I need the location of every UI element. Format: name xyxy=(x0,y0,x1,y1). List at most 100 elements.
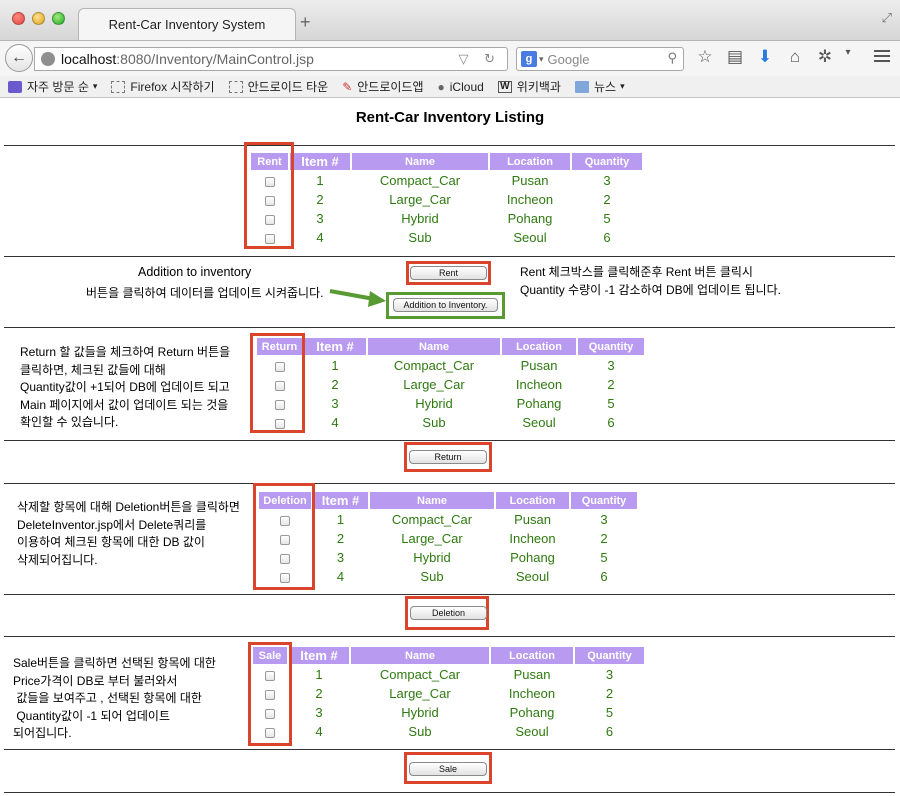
back-arrow-icon: ← xyxy=(11,49,27,66)
location-column-header: Location xyxy=(491,647,573,664)
browser-tab[interactable]: Rent-Car Inventory System xyxy=(78,8,296,40)
table-header-row: Return Item # Name Location Quantity xyxy=(257,338,644,355)
location-cell: Pusan xyxy=(514,512,551,527)
table-row: 2 Large_Car Incheon 2 xyxy=(257,376,644,393)
table-row: 3 Hybrid Pohang 5 xyxy=(251,210,642,227)
table-header-row: Rent Item # Name Location Quantity xyxy=(251,153,642,170)
addition-to-inventory-button[interactable]: Addition to Inventory. xyxy=(393,298,498,312)
item-cell: 2 xyxy=(331,377,339,392)
extension-dropdown-icon[interactable]: ▾ xyxy=(840,47,856,67)
pin-icon: ✎ xyxy=(342,79,353,94)
location-cell: Seoul xyxy=(522,415,556,430)
url-bar[interactable]: localhost:8080/Inventory/MainControl.jsp… xyxy=(34,47,508,71)
quantity-cell: 3 xyxy=(607,358,615,373)
location-cell: Incheon xyxy=(509,531,556,546)
search-box[interactable]: g ▾ Google ⚲ xyxy=(516,47,684,71)
apple-icon: ● xyxy=(437,79,445,94)
divider xyxy=(4,440,895,441)
table-row: 3 Hybrid Pohang 5 xyxy=(253,704,644,721)
location-cell: Seoul xyxy=(515,569,550,584)
table-row: 2 Large_Car Incheon 2 xyxy=(253,685,644,702)
quantity-cell: 5 xyxy=(603,211,611,226)
name-cell: Large_Car xyxy=(389,192,451,207)
location-cell: Seoul xyxy=(515,724,549,739)
location-cell: Seoul xyxy=(513,230,547,245)
item-cell: 4 xyxy=(331,415,339,430)
quantity-cell: 2 xyxy=(603,192,611,207)
rent-button[interactable]: Rent xyxy=(410,266,487,280)
close-window-button[interactable] xyxy=(12,12,25,25)
rent-column-highlight xyxy=(244,142,294,249)
location-cell: Pusan xyxy=(513,667,551,682)
bookmark-firefox-start[interactable]: Firefox 시작하기 xyxy=(111,78,215,95)
location-cell: Pohang xyxy=(516,396,562,411)
reading-list-icon[interactable]: ▤ xyxy=(720,47,750,67)
sale-button[interactable]: Sale xyxy=(409,762,487,776)
table-header-row: Sale Item # Name Location Quantity xyxy=(253,647,644,664)
search-icon[interactable]: ⚲ xyxy=(667,50,677,66)
deletion-button[interactable]: Deletion xyxy=(410,606,487,620)
bookmark-star-icon[interactable]: ☆ xyxy=(690,47,720,67)
name-cell: Large_Car xyxy=(401,531,463,546)
name-cell: Compact_Car xyxy=(393,358,475,373)
location-cell: Incheon xyxy=(508,686,556,701)
item-column-header: Item # xyxy=(304,338,366,355)
name-cell: Large_Car xyxy=(403,377,465,392)
bookmark-wikipedia[interactable]: W 위키백과 xyxy=(497,78,561,95)
extension-icon[interactable]: ✲ xyxy=(810,47,840,67)
location-cell: Incheon xyxy=(506,192,554,207)
search-placeholder: Google xyxy=(547,51,590,67)
quantity-cell: 5 xyxy=(605,705,614,720)
name-cell: Hybrid xyxy=(413,550,451,565)
wikipedia-icon: W xyxy=(497,80,512,93)
home-icon[interactable]: ⌂ xyxy=(780,47,810,67)
location-cell: Pohang xyxy=(507,211,553,226)
table-row: 4 Sub Seoul 6 xyxy=(253,723,644,740)
item-cell: 1 xyxy=(336,512,345,527)
sale-instruction-note: Sale버튼을 클릭하면 선택된 항목에 대한 Price가격이 DB로 부터 … xyxy=(13,656,216,740)
item-cell: 4 xyxy=(316,230,324,245)
return-inventory-table: Return Item # Name Location Quantity 1 Co… xyxy=(255,336,646,433)
downloads-icon[interactable]: ⬇ xyxy=(750,47,780,67)
name-cell: Compact_Car xyxy=(391,512,473,527)
menu-button[interactable] xyxy=(874,50,890,65)
location-column-header: Location xyxy=(490,153,570,170)
name-cell: Sub xyxy=(420,569,444,584)
bookmarks-bar: 자주 방문 순 ▾ Firefox 시작하기 안드로이드 타운 ✎ 안드로이드앱 ●… xyxy=(0,76,900,98)
name-column-header: Name xyxy=(370,492,494,509)
window-titlebar: Rent-Car Inventory System + ⤢ xyxy=(0,0,900,40)
name-cell: Compact_Car xyxy=(379,173,461,188)
divider xyxy=(4,327,895,328)
name-column-header: Name xyxy=(352,153,488,170)
quantity-cell: 6 xyxy=(600,569,608,584)
quantity-cell: 5 xyxy=(607,396,615,411)
name-cell: Large_Car xyxy=(389,686,451,701)
bookmark-android-app[interactable]: ✎ 안드로이드앱 xyxy=(342,78,423,95)
fullscreen-icon[interactable]: ⤢ xyxy=(882,10,892,26)
location-cell: Pohang xyxy=(510,550,555,565)
page-title: Rent-Car Inventory Listing xyxy=(355,109,545,126)
back-button[interactable]: ← xyxy=(5,44,33,72)
bookmark-page-icon xyxy=(228,80,243,93)
bookmark-most-visited[interactable]: 자주 방문 순 ▾ xyxy=(8,78,97,95)
bookmark-icloud[interactable]: ● iCloud xyxy=(438,80,484,94)
quantity-column-header: Quantity xyxy=(572,153,642,170)
name-column-header: Name xyxy=(351,647,489,664)
google-icon[interactable]: g xyxy=(521,51,537,67)
name-cell: Hybrid xyxy=(401,705,439,720)
table-header-row: Deletion Item # Name Location Quantity xyxy=(259,492,637,509)
quantity-cell: 3 xyxy=(603,173,611,188)
bookmark-android-town[interactable]: 안드로이드 타운 xyxy=(228,78,328,95)
table-row: 1 Compact_Car Pusan 3 xyxy=(251,172,642,189)
minimize-window-button[interactable] xyxy=(32,12,45,25)
return-button[interactable]: Return xyxy=(409,450,487,464)
table-row: 2 Large_Car Incheon 2 xyxy=(251,191,642,208)
bookmark-news-folder[interactable]: 뉴스 ▾ xyxy=(574,78,625,95)
url-controls-icon[interactable]: ▽ ↻ xyxy=(458,51,501,67)
globe-icon xyxy=(41,52,55,66)
table-row: 4 Sub Seoul 6 xyxy=(251,229,642,246)
zoom-window-button[interactable] xyxy=(52,12,65,25)
new-tab-button[interactable]: + xyxy=(300,12,311,33)
item-cell: 4 xyxy=(336,569,345,584)
engine-dropdown-icon[interactable]: ▾ xyxy=(539,54,544,65)
